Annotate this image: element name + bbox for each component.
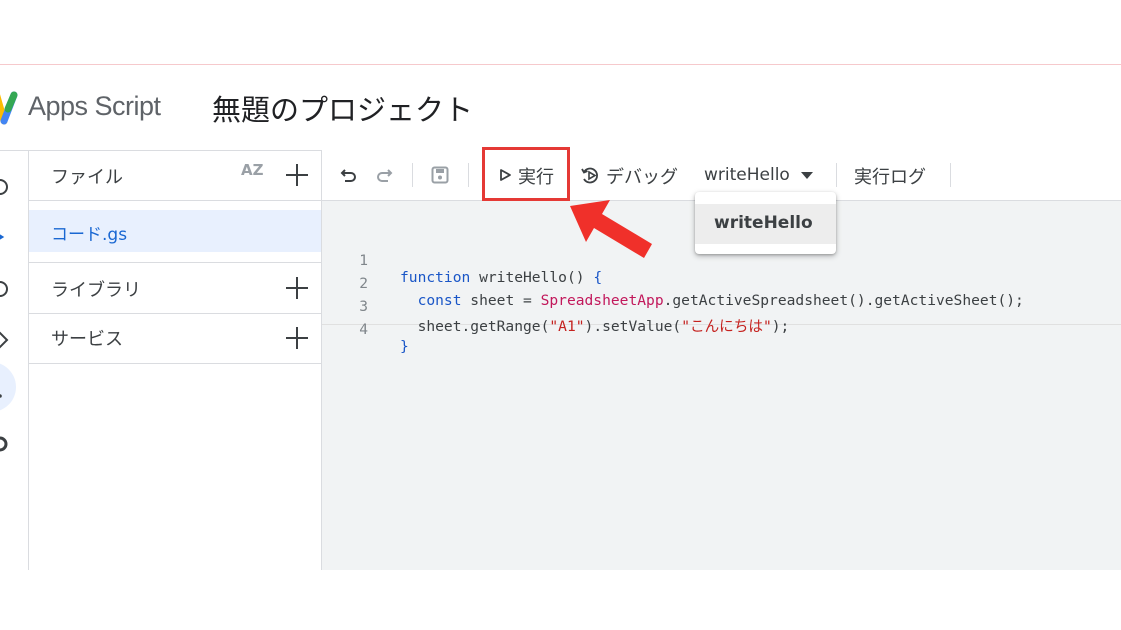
add-library-icon[interactable] [285, 276, 309, 300]
dropdown-caret-icon[interactable] [800, 171, 814, 180]
execution-log-button[interactable]: 実行ログ [854, 163, 926, 189]
debug-icon [581, 167, 598, 184]
save-icon[interactable] [430, 165, 450, 185]
dropdown-item-label: writeHello [714, 213, 813, 233]
executions-icon[interactable] [0, 330, 10, 350]
debug-button[interactable]: デバッグ [606, 163, 678, 189]
app-title: Apps Script [28, 91, 161, 121]
toolbar-divider [950, 163, 951, 187]
dropdown-item-writehello[interactable]: writeHello [695, 204, 836, 244]
code-line: 3 sheet.getRange("A1").setValue("こんにちは")… [322, 281, 1121, 335]
services-row: サービス [29, 313, 321, 364]
run-highlight-box [482, 147, 570, 201]
libraries-row: ライブラリ [29, 262, 321, 314]
files-label: ファイル [51, 167, 123, 188]
app-window: Apps Script 無題のプロジェクト ファイル AZ コード.gs ライブ… [0, 0, 1121, 630]
editor-icon[interactable] [0, 227, 10, 247]
project-title[interactable]: 無題のプロジェクト [212, 87, 473, 129]
header: Apps Script 無題のプロジェクト [0, 65, 1121, 151]
red-arrow-annotation [570, 200, 652, 258]
toolbar-divider [468, 163, 469, 187]
function-selector[interactable]: writeHello [704, 165, 790, 185]
triggers-icon[interactable] [0, 279, 10, 299]
add-service-icon[interactable] [285, 326, 309, 350]
undo-icon[interactable] [339, 165, 359, 185]
toolbar-divider [412, 163, 413, 187]
files-panel: ファイル AZ コード.gs ライブラリ サービス [29, 150, 322, 570]
files-header: ファイル AZ [29, 150, 321, 201]
services-label: サービス [51, 329, 123, 350]
line-number: 4 [359, 321, 368, 338]
project-settings-icon[interactable] [0, 386, 10, 406]
overview-icon[interactable] [0, 177, 10, 197]
code-line: 2 const sheet = SpreadsheetApp.getActive… [322, 258, 1121, 309]
add-file-icon[interactable] [285, 163, 309, 187]
file-item-code-gs[interactable]: コード.gs [29, 210, 321, 252]
settings-icon[interactable] [0, 434, 10, 454]
function-dropdown-menu: writeHello [695, 192, 836, 254]
libraries-label: ライブラリ [51, 280, 141, 301]
apps-script-logo-icon [0, 91, 18, 125]
redo-icon[interactable] [374, 165, 394, 185]
left-nav-rail [0, 150, 29, 570]
toolbar-divider [836, 163, 837, 187]
sort-az-icon[interactable]: AZ [241, 163, 264, 178]
code-line-text: } [400, 338, 409, 355]
code-line: 4 } [322, 304, 1121, 355]
file-item-label: コード.gs [51, 225, 128, 245]
